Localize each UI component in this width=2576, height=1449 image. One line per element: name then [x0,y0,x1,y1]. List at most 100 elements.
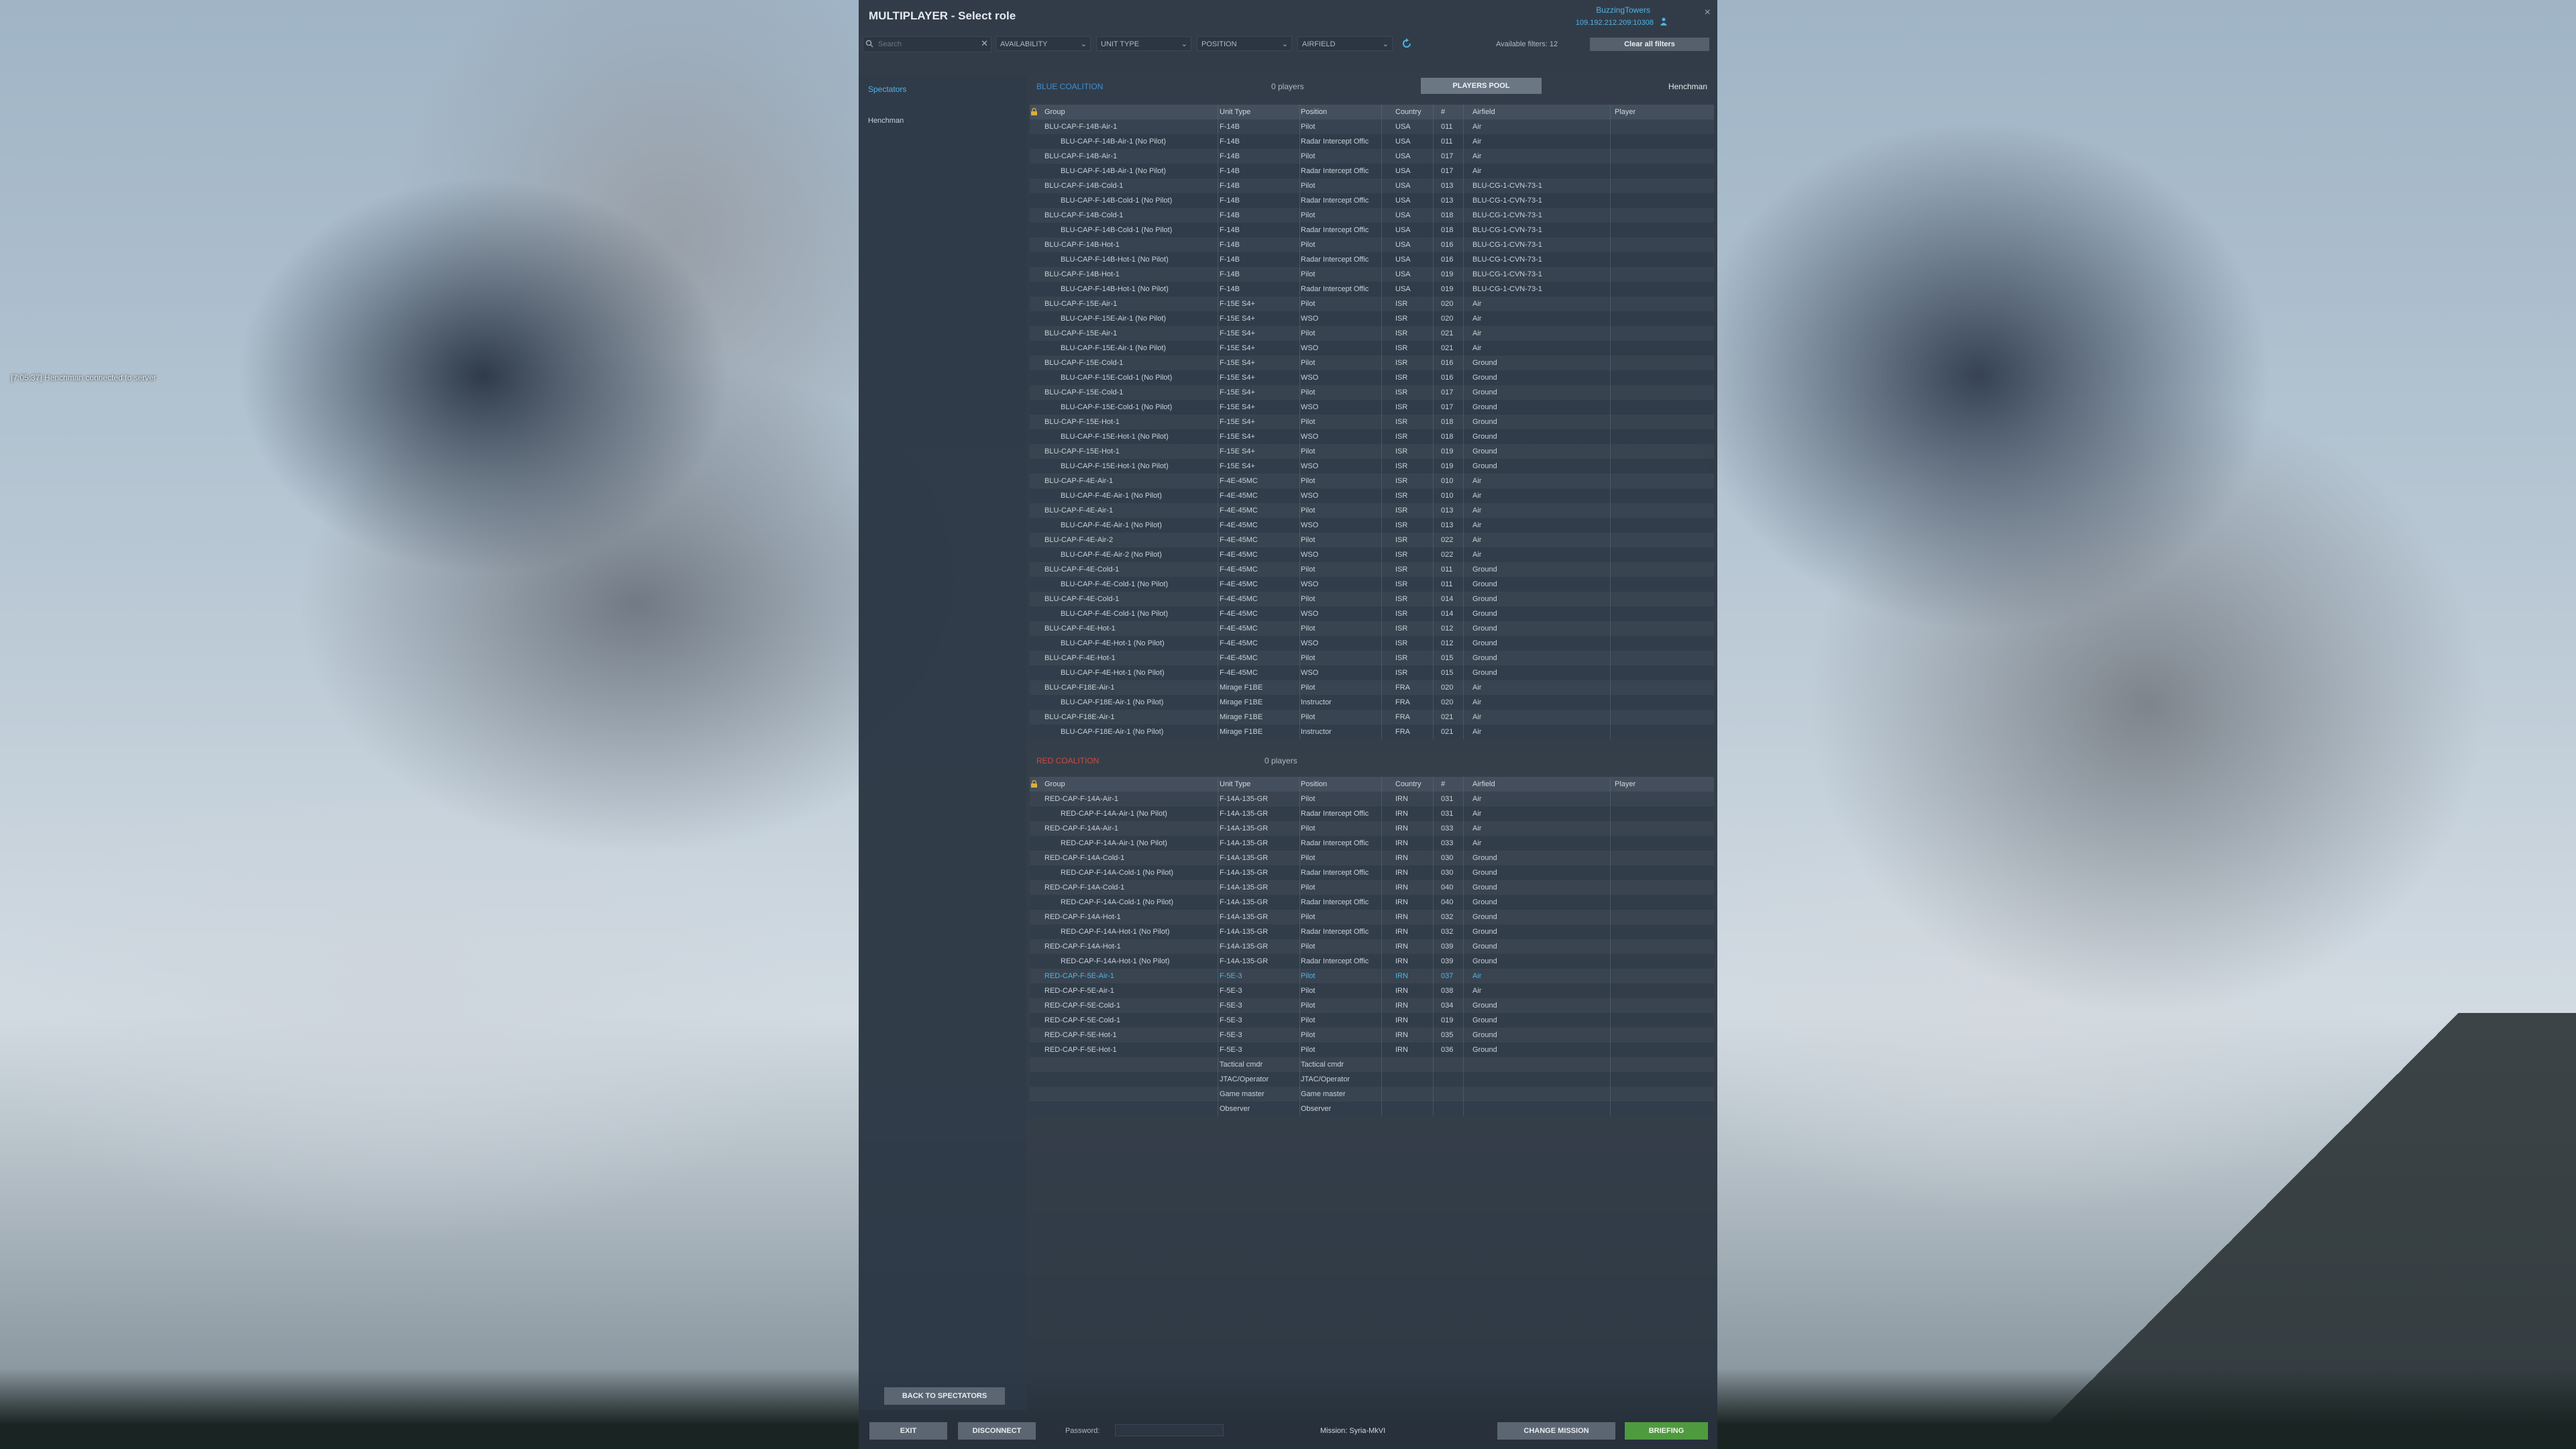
players-pool-button[interactable]: PLAYERS POOL [1421,78,1542,94]
table-row[interactable]: RED-CAP-F-14A-Air-1 F-14A-135-GR Pilot IRN 0… [1030,821,1714,836]
table-row[interactable]: BLU-CAP-F-15E-Hot-1 F-15E S4+ Pilot ISR 019 G… [1030,444,1714,459]
col-group[interactable]: Group [1044,780,1209,788]
table-row[interactable]: BLU-CAP-F-14B-Air-1 F-14B Pilot USA 011 Air [1030,119,1714,134]
col-number[interactable]: # [1441,780,1461,788]
spectator-player[interactable]: Henchman [868,117,904,125]
back-to-spectators-button[interactable]: BACK TO SPECTATORS [884,1387,1005,1405]
table-row[interactable]: RED-CAP-F-14A-Hot-1 F-14A-135-GR Pilot IRN 0… [1030,939,1714,954]
table-row[interactable]: BLU-CAP-F-15E-Hot-1 (No Pilot) F-15E S4+ W… [1030,459,1714,474]
col-player[interactable]: Player [1615,780,1709,788]
table-row[interactable]: RED-CAP-F-14A-Hot-1 (No Pilot) F-14A-135-… [1030,954,1714,969]
change-mission-button[interactable]: CHANGE MISSION [1497,1422,1615,1440]
table-row[interactable]: BLU-CAP-F-4E-Air-1 (No Pilot) F-4E-45MC WS… [1030,488,1714,503]
cell-number: 031 [1441,810,1454,818]
table-row[interactable]: Observer Observer [1030,1102,1714,1116]
table-row[interactable]: BLU-CAP-F-14B-Hot-1 F-14B Pilot USA 019 BLU-C… [1030,267,1714,282]
table-row[interactable]: BLU-CAP-F-4E-Air-1 (No Pilot) F-4E-45MC WS… [1030,518,1714,533]
briefing-button[interactable]: BRIEFING [1625,1422,1708,1440]
refresh-icon[interactable] [1401,38,1413,50]
table-row[interactable]: BLU-CAP-F-15E-Cold-1 (No Pilot) F-15E S4+… [1030,400,1714,415]
table-row[interactable]: BLU-CAP-F-4E-Cold-1 F-4E-45MC Pilot ISR 014 G… [1030,592,1714,606]
table-row[interactable]: BLU-CAP-F-4E-Hot-1 (No Pilot) F-4E-45MC WS… [1030,665,1714,680]
table-row[interactable]: RED-CAP-F-5E-Hot-1 F-5E-3 Pilot IRN 035 Groun… [1030,1028,1714,1042]
cell-position: JTAC/Operator [1301,1075,1350,1083]
table-row[interactable]: RED-CAP-F-14A-Air-1 (No Pilot) F-14A-135-… [1030,806,1714,821]
table-row[interactable]: RED-CAP-F-5E-Air-1 F-5E-3 Pilot IRN 038 Air [1030,983,1714,998]
table-row[interactable]: BLU-CAP-F-14B-Hot-1 (No Pilot) F-14B Radar… [1030,252,1714,267]
col-unit-type[interactable]: Unit Type [1220,108,1297,116]
close-icon[interactable]: × [1705,7,1711,19]
column-divider [1433,105,1434,739]
col-number[interactable]: # [1441,108,1461,116]
col-airfield[interactable]: Airfield [1472,780,1607,788]
col-position[interactable]: Position [1301,780,1378,788]
table-row[interactable]: BLU-CAP-F-4E-Cold-1 F-4E-45MC Pilot ISR 011 G… [1030,562,1714,577]
table-row[interactable]: RED-CAP-F-14A-Air-1 F-14A-135-GR Pilot IRN 0… [1030,792,1714,806]
table-row[interactable]: BLU-CAP-F18E-Air-1 (No Pilot) Mirage F1BE… [1030,724,1714,739]
table-row[interactable]: RED-CAP-F-14A-Hot-1 (No Pilot) F-14A-135-… [1030,924,1714,939]
table-row[interactable]: RED-CAP-F-14A-Cold-1 (No Pilot) F-14A-135… [1030,895,1714,910]
table-row[interactable]: BLU-CAP-F-15E-Air-1 (No Pilot) F-15E S4+ W… [1030,341,1714,356]
exit-button[interactable]: EXIT [869,1422,947,1440]
unit-type-dropdown[interactable]: UNIT TYPE ⌄ [1096,36,1191,51]
table-row[interactable]: BLU-CAP-F-4E-Cold-1 (No Pilot) F-4E-45MC W… [1030,606,1714,621]
airfield-dropdown[interactable]: AIRFIELD ⌄ [1297,36,1393,51]
col-group[interactable]: Group [1044,108,1209,116]
table-row[interactable]: BLU-CAP-F-15E-Cold-1 F-15E S4+ Pilot ISR 016… [1030,356,1714,370]
table-row[interactable]: BLU-CAP-F18E-Air-1 Mirage F1BE Pilot FRA 020… [1030,680,1714,695]
table-row[interactable]: BLU-CAP-F-4E-Cold-1 (No Pilot) F-4E-45MC W… [1030,577,1714,592]
table-row[interactable]: BLU-CAP-F-14B-Cold-1 F-14B Pilot USA 013 BLU-… [1030,178,1714,193]
clear-search-icon[interactable]: ✕ [981,38,988,49]
table-row[interactable]: BLU-CAP-F-14B-Hot-1 (No Pilot) F-14B Radar… [1030,282,1714,297]
col-position[interactable]: Position [1301,108,1378,116]
table-row[interactable]: BLU-CAP-F-15E-Air-1 (No Pilot) F-15E S4+ W… [1030,311,1714,326]
table-row[interactable]: BLU-CAP-F-14B-Air-1 (No Pilot) F-14B Radar… [1030,164,1714,178]
table-row[interactable]: RED-CAP-F-14A-Cold-1 F-14A-135-GR Pilot IRN… [1030,851,1714,865]
table-row[interactable]: BLU-CAP-F-4E-Air-2 F-4E-45MC Pilot ISR 022 Ai… [1030,533,1714,547]
table-row[interactable]: RED-CAP-F-14A-Cold-1 (No Pilot) F-14A-135… [1030,865,1714,880]
table-row[interactable]: BLU-CAP-F-15E-Cold-1 (No Pilot) F-15E S4+… [1030,370,1714,385]
table-row[interactable]: BLU-CAP-F-4E-Hot-1 F-4E-45MC Pilot ISR 015 Gr… [1030,651,1714,665]
col-player[interactable]: Player [1615,108,1709,116]
table-row[interactable]: BLU-CAP-F-15E-Hot-1 (No Pilot) F-15E S4+ W… [1030,429,1714,444]
position-dropdown[interactable]: POSITION ⌄ [1197,36,1292,51]
col-airfield[interactable]: Airfield [1472,108,1607,116]
clear-all-filters-button[interactable]: Clear all filters [1590,38,1709,51]
disconnect-button[interactable]: DISCONNECT [958,1422,1036,1440]
table-row[interactable]: Game master Game master [1030,1087,1714,1102]
col-country[interactable]: Country [1395,780,1422,788]
cell-airfield: Air [1472,492,1482,500]
table-row[interactable]: BLU-CAP-F-14B-Cold-1 F-14B Pilot USA 018 BLU-… [1030,208,1714,223]
table-row[interactable]: BLU-CAP-F-14B-Hot-1 F-14B Pilot USA 016 BLU-C… [1030,237,1714,252]
table-row[interactable]: RED-CAP-F-5E-Hot-1 F-5E-3 Pilot IRN 036 Groun… [1030,1042,1714,1057]
table-row[interactable]: RED-CAP-F-5E-Cold-1 F-5E-3 Pilot IRN 019 Grou… [1030,1013,1714,1028]
password-field[interactable] [1115,1424,1224,1436]
table-row[interactable]: BLU-CAP-F-15E-Air-1 F-15E S4+ Pilot ISR 020 A… [1030,297,1714,311]
search-input[interactable] [877,38,973,50]
table-row[interactable]: BLU-CAP-F-4E-Hot-1 (No Pilot) F-4E-45MC WS… [1030,636,1714,651]
table-row[interactable]: RED-CAP-F-5E-Cold-1 F-5E-3 Pilot IRN 034 Grou… [1030,998,1714,1013]
spectators-label[interactable]: Spectators [868,85,906,94]
table-row[interactable]: BLU-CAP-F18E-Air-1 Mirage F1BE Pilot FRA 021… [1030,710,1714,724]
table-row[interactable]: RED-CAP-F-5E-Air-1 F-5E-3 Pilot IRN 037 Air [1030,969,1714,983]
table-row[interactable]: BLU-CAP-F-15E-Hot-1 F-15E S4+ Pilot ISR 018 G… [1030,415,1714,429]
table-row[interactable]: BLU-CAP-F-14B-Cold-1 (No Pilot) F-14B Rada… [1030,193,1714,208]
table-row[interactable]: RED-CAP-F-14A-Hot-1 F-14A-135-GR Pilot IRN 0… [1030,910,1714,924]
table-row[interactable]: BLU-CAP-F-4E-Hot-1 F-4E-45MC Pilot ISR 012 Gr… [1030,621,1714,636]
table-row[interactable]: RED-CAP-F-14A-Cold-1 F-14A-135-GR Pilot IRN… [1030,880,1714,895]
table-row[interactable]: BLU-CAP-F18E-Air-1 (No Pilot) Mirage F1BE… [1030,695,1714,710]
table-row[interactable]: BLU-CAP-F-14B-Air-1 (No Pilot) F-14B Radar… [1030,134,1714,149]
table-row[interactable]: BLU-CAP-F-14B-Air-1 F-14B Pilot USA 017 Air [1030,149,1714,164]
availability-dropdown[interactable]: AVAILABILITY ⌄ [996,36,1091,51]
table-row[interactable]: JTAC/Operator JTAC/Operator [1030,1072,1714,1087]
table-row[interactable]: BLU-CAP-F-15E-Air-1 F-15E S4+ Pilot ISR 021 A… [1030,326,1714,341]
table-row[interactable]: BLU-CAP-F-4E-Air-1 F-4E-45MC Pilot ISR 010 Ai… [1030,474,1714,488]
table-row[interactable]: Tactical cmdr Tactical cmdr [1030,1057,1714,1072]
col-unit-type[interactable]: Unit Type [1220,780,1297,788]
table-row[interactable]: BLU-CAP-F-14B-Cold-1 (No Pilot) F-14B Rada… [1030,223,1714,237]
table-row[interactable]: RED-CAP-F-14A-Air-1 (No Pilot) F-14A-135-… [1030,836,1714,851]
col-country[interactable]: Country [1395,108,1422,116]
table-row[interactable]: BLU-CAP-F-4E-Air-1 F-4E-45MC Pilot ISR 013 Ai… [1030,503,1714,518]
table-row[interactable]: BLU-CAP-F-4E-Air-2 (No Pilot) F-4E-45MC WS… [1030,547,1714,562]
table-row[interactable]: BLU-CAP-F-15E-Cold-1 F-15E S4+ Pilot ISR 017… [1030,385,1714,400]
